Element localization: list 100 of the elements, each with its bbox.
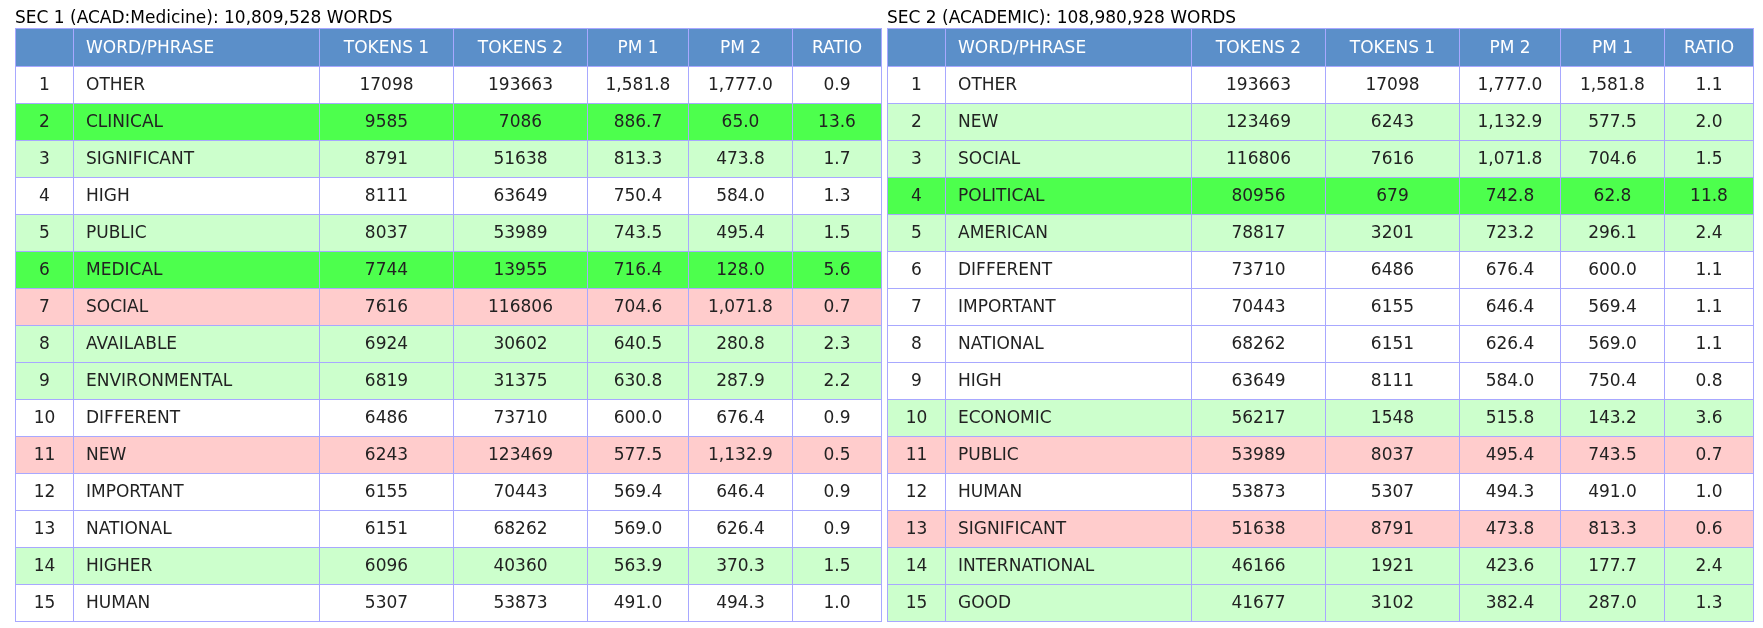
table-cell: 63649 bbox=[453, 177, 588, 215]
table-cell: 78817 bbox=[1191, 214, 1326, 252]
table-cell: IMPORTANT bbox=[73, 473, 320, 511]
table-cell: 5 bbox=[887, 214, 946, 252]
table-cell: 584.0 bbox=[1459, 362, 1561, 400]
table-cell: 7744 bbox=[319, 251, 454, 289]
table-cell: 7 bbox=[887, 288, 946, 326]
table-cell: 70443 bbox=[453, 473, 588, 511]
table-cell: 494.3 bbox=[688, 584, 793, 622]
table-cell: 1 bbox=[887, 66, 946, 104]
table-cell: 577.5 bbox=[587, 436, 689, 474]
table-cell: 40360 bbox=[453, 547, 588, 585]
table-cell: 382.4 bbox=[1459, 584, 1561, 622]
table-cell: 13955 bbox=[453, 251, 588, 289]
table-cell: 750.4 bbox=[587, 177, 689, 215]
table-cell: 1,132.9 bbox=[688, 436, 793, 474]
table-cell: 4 bbox=[887, 177, 946, 215]
table-cell: 743.5 bbox=[1560, 436, 1665, 474]
table-cell: 51638 bbox=[453, 140, 588, 178]
table-cell: 676.4 bbox=[1459, 251, 1561, 289]
table-cell: 13 bbox=[887, 510, 946, 548]
table-cell: OTHER bbox=[945, 66, 1192, 104]
table-cell: 569.4 bbox=[587, 473, 689, 511]
table-cell: POLITICAL bbox=[945, 177, 1192, 215]
table-cell: 7616 bbox=[319, 288, 454, 326]
table-cell: 53989 bbox=[1191, 436, 1326, 474]
table-cell: 8 bbox=[15, 325, 74, 363]
table-cell: DIFFERENT bbox=[73, 399, 320, 437]
table-cell: 3201 bbox=[1325, 214, 1460, 252]
table-cell: AMERICAN bbox=[945, 214, 1192, 252]
table-cell: 473.8 bbox=[1459, 510, 1561, 548]
table-cell: 3 bbox=[887, 140, 946, 178]
table-cell: 1.3 bbox=[792, 177, 882, 215]
section-title: SEC 1 (ACAD:Medicine): 10,809,528 WORDS bbox=[15, 6, 393, 28]
table-cell: 1.5 bbox=[1664, 140, 1754, 178]
table-cell: 17098 bbox=[1325, 66, 1460, 104]
table-cell: GOOD bbox=[945, 584, 1192, 622]
table-cell: SOCIAL bbox=[73, 288, 320, 326]
table-cell: 640.5 bbox=[587, 325, 689, 363]
table-cell: 1548 bbox=[1325, 399, 1460, 437]
table-cell: 53873 bbox=[1191, 473, 1326, 511]
table-cell: 0.9 bbox=[792, 66, 882, 104]
table-cell: 6 bbox=[887, 251, 946, 289]
table-cell: 813.3 bbox=[1560, 510, 1665, 548]
table-cell: OTHER bbox=[73, 66, 320, 104]
table-cell: 1.3 bbox=[1664, 584, 1754, 622]
table-cell: 8111 bbox=[319, 177, 454, 215]
table-cell: 813.3 bbox=[587, 140, 689, 178]
table-cell: 2.4 bbox=[1664, 547, 1754, 585]
table-cell: 62.8 bbox=[1560, 177, 1665, 215]
table-cell: 0.6 bbox=[1664, 510, 1754, 548]
table-cell: 1.0 bbox=[1664, 473, 1754, 511]
table-cell: 65.0 bbox=[688, 103, 793, 141]
table-cell: 1,071.8 bbox=[1459, 140, 1561, 178]
table-cell: 7616 bbox=[1325, 140, 1460, 178]
table-cell: SIGNIFICANT bbox=[73, 140, 320, 178]
table-cell: 2 bbox=[15, 103, 74, 141]
table-cell: 1.1 bbox=[1664, 288, 1754, 326]
table-cell: 15 bbox=[887, 584, 946, 622]
table-cell: 0.9 bbox=[792, 473, 882, 511]
table-cell: 3.6 bbox=[1664, 399, 1754, 437]
table-cell: 569.4 bbox=[1560, 288, 1665, 326]
table-cell: 1,777.0 bbox=[1459, 66, 1561, 104]
table-cell: 6819 bbox=[319, 362, 454, 400]
table-cell: 1.1 bbox=[1664, 66, 1754, 104]
table-cell: 6151 bbox=[1325, 325, 1460, 363]
table-cell: 1.1 bbox=[1664, 251, 1754, 289]
table-cell: 41677 bbox=[1191, 584, 1326, 622]
table-cell: 14 bbox=[15, 547, 74, 585]
table-cell: 14 bbox=[887, 547, 946, 585]
table-cell: 600.0 bbox=[587, 399, 689, 437]
table-cell: 116806 bbox=[1191, 140, 1326, 178]
table-cell: 9 bbox=[887, 362, 946, 400]
column-header: TOKENS 2 bbox=[1191, 28, 1326, 67]
column-header: WORD/PHRASE bbox=[945, 28, 1192, 67]
table-cell: 569.0 bbox=[587, 510, 689, 548]
table-cell: 30602 bbox=[453, 325, 588, 363]
table-cell: 716.4 bbox=[587, 251, 689, 289]
table-cell: 494.3 bbox=[1459, 473, 1561, 511]
table-cell: 11 bbox=[15, 436, 74, 474]
table-cell: 742.8 bbox=[1459, 177, 1561, 215]
table-cell: 123469 bbox=[453, 436, 588, 474]
table-cell: 495.4 bbox=[1459, 436, 1561, 474]
table-cell: 8 bbox=[887, 325, 946, 363]
table-cell: 3102 bbox=[1325, 584, 1460, 622]
table-cell: 370.3 bbox=[688, 547, 793, 585]
table-cell: 15 bbox=[15, 584, 74, 622]
table-cell: 6924 bbox=[319, 325, 454, 363]
table-cell: ENVIRONMENTAL bbox=[73, 362, 320, 400]
table-cell: 5 bbox=[15, 214, 74, 252]
table-cell: 1,581.8 bbox=[1560, 66, 1665, 104]
column-header: PM 1 bbox=[1560, 28, 1665, 67]
table-cell: NEW bbox=[73, 436, 320, 474]
table-cell: 70443 bbox=[1191, 288, 1326, 326]
table-cell: 2.3 bbox=[792, 325, 882, 363]
table-cell: 704.6 bbox=[587, 288, 689, 326]
table-cell: 0.9 bbox=[792, 399, 882, 437]
table-cell: 68262 bbox=[1191, 325, 1326, 363]
table-cell: 515.8 bbox=[1459, 399, 1561, 437]
table-cell: 743.5 bbox=[587, 214, 689, 252]
